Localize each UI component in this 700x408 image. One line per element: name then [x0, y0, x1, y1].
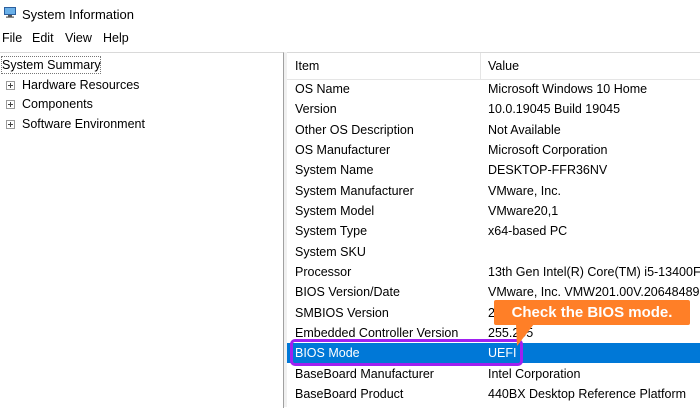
- item-cell: OS Manufacturer: [295, 143, 391, 157]
- tree-item-label: Hardware Resources: [22, 78, 140, 92]
- tree-item-system-summary[interactable]: System Summary: [0, 56, 283, 74]
- value-cell: VMware, Inc.: [488, 184, 561, 198]
- expand-icon[interactable]: [6, 100, 15, 109]
- value-cell: x64-based PC: [488, 224, 568, 238]
- table-row[interactable]: System Model VMware20,1: [287, 201, 700, 221]
- value-cell: 13th Gen Intel(R) Core(TM) i5-13400F,: [488, 265, 700, 279]
- system-information-icon: [4, 7, 16, 18]
- expand-icon[interactable]: [6, 120, 15, 129]
- value-cell: 10.0.19045 Build 19045: [488, 102, 621, 116]
- column-divider[interactable]: [480, 53, 481, 79]
- table-row[interactable]: BaseBoard Manufacturer Intel Corporation: [287, 364, 700, 384]
- menu-file[interactable]: File: [2, 31, 22, 45]
- table-row[interactable]: OS Name Microsoft Windows 10 Home: [287, 79, 700, 99]
- annotation-callout: Check the BIOS mode.: [494, 300, 690, 325]
- table-row[interactable]: System SKU: [287, 242, 700, 262]
- item-cell: System Name: [295, 163, 374, 177]
- tree-item-label: Components: [22, 97, 93, 111]
- window-title: System Information: [22, 7, 134, 22]
- tree-item-label: System Summary: [2, 58, 101, 72]
- value-cell: Microsoft Windows 10 Home: [488, 82, 648, 96]
- table-row[interactable]: System Type x64-based PC: [287, 221, 700, 241]
- menu-bar: File Edit View Help: [0, 30, 700, 50]
- value-cell: Not Available: [488, 123, 561, 137]
- tree-item-software-environment[interactable]: Software Environment: [0, 115, 283, 133]
- item-cell: BIOS Version/Date: [295, 285, 400, 299]
- item-cell: System Model: [295, 204, 375, 218]
- table-row[interactable]: OS Manufacturer Microsoft Corporation: [287, 140, 700, 160]
- menu-view[interactable]: View: [65, 31, 92, 45]
- table-row[interactable]: Processor 13th Gen Intel(R) Core(TM) i5-1…: [287, 262, 700, 282]
- menu-edit[interactable]: Edit: [32, 31, 54, 45]
- bios-mode-highlight: [290, 339, 523, 366]
- table-row[interactable]: BaseBoard Product 440BX Desktop Reference…: [287, 384, 700, 404]
- item-cell: System SKU: [295, 245, 366, 259]
- tree-item-label: Software Environment: [22, 117, 145, 131]
- value-cell: Microsoft Corporation: [488, 143, 608, 157]
- expand-icon[interactable]: [6, 81, 15, 90]
- table-row[interactable]: BIOS Version/Date VMware, Inc. VMW201.00V…: [287, 282, 700, 302]
- item-cell: System Manufacturer: [295, 184, 414, 198]
- value-cell: VMware20,1: [488, 204, 559, 218]
- item-cell: Other OS Description: [295, 123, 414, 137]
- category-tree[interactable]: System Summary Hardware Resources Compon…: [0, 52, 284, 408]
- table-row[interactable]: System Manufacturer VMware, Inc.: [287, 181, 700, 201]
- value-cell: 440BX Desktop Reference Platform: [488, 387, 687, 401]
- item-cell: System Type: [295, 224, 368, 238]
- item-cell: OS Name: [295, 82, 350, 96]
- item-cell: BaseBoard Product: [295, 387, 404, 401]
- menu-help[interactable]: Help: [103, 31, 129, 45]
- value-cell: VMware, Inc. VMW201.00V.20648489.: [488, 285, 700, 299]
- item-cell: SMBIOS Version: [295, 306, 389, 320]
- item-cell: BaseBoard Manufacturer: [295, 367, 434, 381]
- item-cell: Processor: [295, 265, 352, 279]
- item-cell: Version: [295, 102, 337, 116]
- title-bar: System Information: [0, 0, 700, 30]
- column-header-value[interactable]: Value: [488, 59, 519, 73]
- tree-item-hardware-resources[interactable]: Hardware Resources: [0, 76, 283, 94]
- table-row[interactable]: Version 10.0.19045 Build 19045: [287, 99, 700, 119]
- value-cell: Intel Corporation: [488, 367, 581, 381]
- table-row[interactable]: Other OS Description Not Available: [287, 120, 700, 140]
- value-cell: DESKTOP-FFR36NV: [488, 163, 608, 177]
- column-header-item[interactable]: Item: [295, 59, 319, 73]
- tree-item-components[interactable]: Components: [0, 95, 283, 113]
- list-header: Item Value: [287, 53, 700, 80]
- table-row[interactable]: System Name DESKTOP-FFR36NV: [287, 160, 700, 180]
